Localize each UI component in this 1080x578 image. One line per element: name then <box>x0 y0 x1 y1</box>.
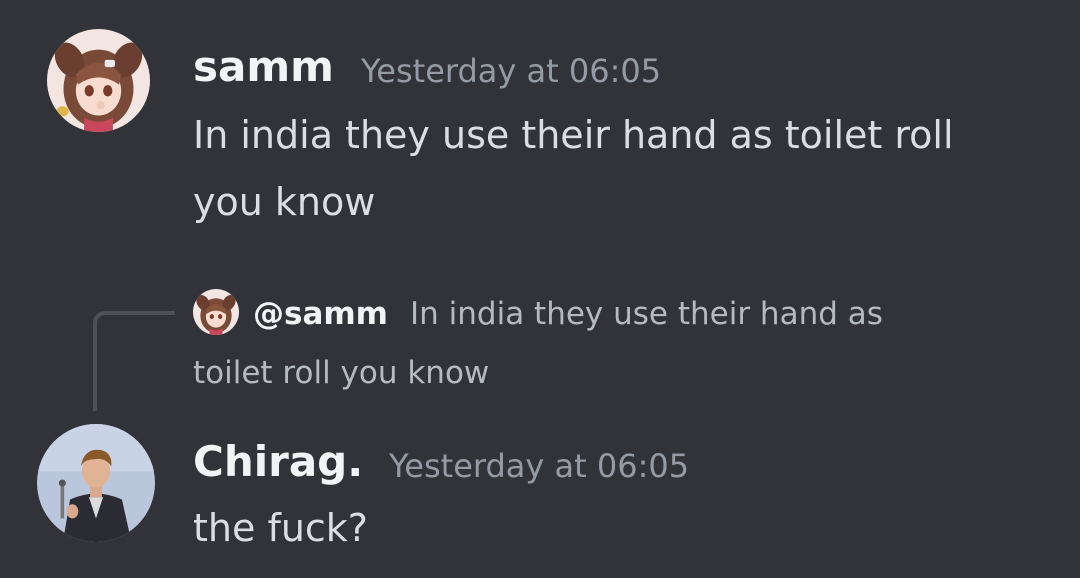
reply-preview-text[interactable]: In india they use their hand as <box>410 296 883 332</box>
reply-connector <box>93 311 175 411</box>
reply-avatar[interactable] <box>193 289 239 335</box>
reply-mention[interactable]: @samm <box>253 296 388 332</box>
man-in-trenchcoat-avatar[interactable] <box>37 424 155 542</box>
chat-log: samm Yesterday at 06:05 In india they us… <box>0 0 1080 578</box>
message-text-line: the fuck? <box>193 506 368 550</box>
author-username[interactable]: samm <box>193 44 334 90</box>
message-text-line: you know <box>193 180 376 224</box>
author-username[interactable]: Chirag. <box>193 438 363 486</box>
message-timestamp: Yesterday at 06:05 <box>389 447 690 485</box>
anime-girl-avatar-icon <box>193 289 239 335</box>
anime-girl-avatar-icon <box>47 29 150 132</box>
anime-girl-avatar[interactable] <box>47 29 150 132</box>
message-text-line: In india they use their hand as toilet r… <box>193 113 954 157</box>
reply-preview-text[interactable]: toilet roll you know <box>193 355 489 391</box>
message-timestamp: Yesterday at 06:05 <box>361 52 662 90</box>
man-in-trenchcoat-avatar-icon <box>37 424 155 542</box>
